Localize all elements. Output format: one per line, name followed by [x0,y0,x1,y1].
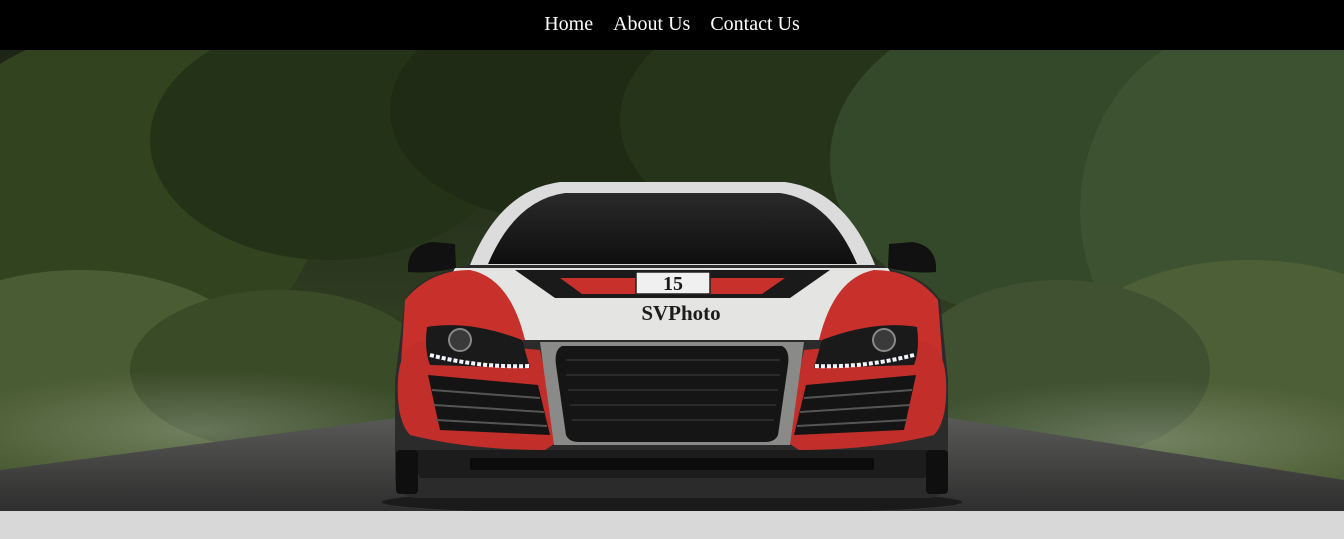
windshield [488,193,857,264]
nav-home-link[interactable]: Home [544,13,593,36]
top-navbar: Home About Us Contact Us [0,0,1344,50]
nav-about-us-link[interactable]: About Us [613,13,690,36]
nav-contact-us-link[interactable]: Contact Us [710,13,799,36]
decal-text: SVPhoto [641,301,720,325]
hero-banner: 15 SVPhoto [0,50,1344,511]
nav-links: Home About Us Contact Us [544,13,800,36]
hero-car-image: 15 SVPhoto [0,50,1344,511]
race-number: 15 [663,273,683,295]
page-bottom-strip [0,511,1344,539]
